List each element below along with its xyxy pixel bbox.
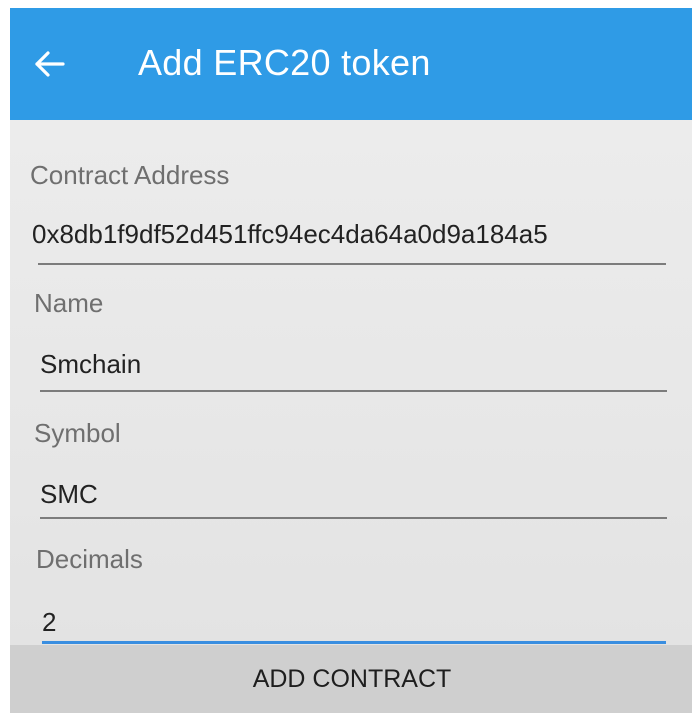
add-contract-button[interactable]: ADD CONTRACT: [10, 645, 692, 713]
decimals-field-wrap: [42, 604, 662, 644]
name-input[interactable]: [40, 346, 660, 382]
symbol-input[interactable]: [40, 476, 660, 512]
arrow-left-icon: [32, 46, 68, 82]
token-form: Contract Address Name Symbol Decimals: [10, 120, 692, 645]
symbol-underline: [40, 517, 667, 519]
name-underline: [40, 390, 667, 392]
contract-address-underline: [38, 263, 666, 265]
app-bar: Add ERC20 token: [10, 8, 692, 120]
decimals-label: Decimals: [36, 544, 143, 574]
name-field-wrap: [40, 346, 660, 386]
contract-address-field-wrap: [32, 216, 672, 256]
decimals-underline-focused: [42, 641, 666, 644]
contract-address-label: Contract Address: [30, 160, 230, 190]
screen: Add ERC20 token Contract Address Name Sy…: [10, 8, 692, 713]
page-title: Add ERC20 token: [138, 42, 431, 83]
contract-address-input[interactable]: [32, 216, 672, 252]
back-button[interactable]: [32, 46, 68, 82]
symbol-label: Symbol: [34, 418, 121, 448]
decimals-input[interactable]: [42, 604, 662, 640]
symbol-field-wrap: [40, 476, 660, 516]
name-label: Name: [34, 288, 104, 318]
